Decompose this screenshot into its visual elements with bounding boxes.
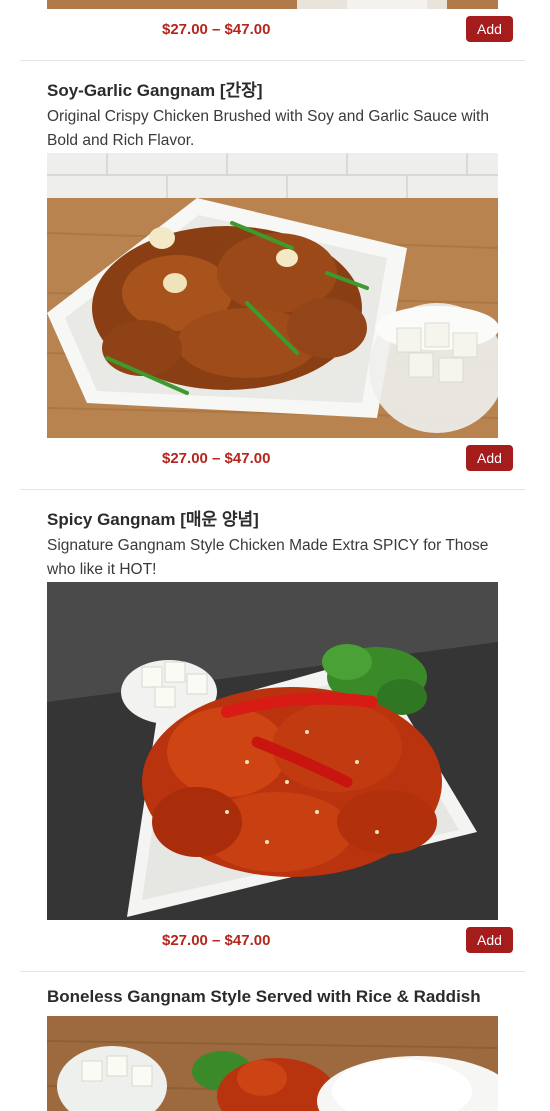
- menu-item-price: $27.00 – $47.00: [162, 450, 271, 467]
- menu-item-price: $27.00 – $47.00: [162, 932, 271, 949]
- menu-list: $27.00 – $47.00 Add Soy-Garlic Gangnam […: [0, 0, 550, 1111]
- add-button[interactable]: Add: [466, 927, 513, 953]
- divider: [20, 60, 525, 61]
- menu-item-description: Original Crispy Chicken Brushed with Soy…: [47, 108, 489, 149]
- menu-item-title[interactable]: Soy-Garlic Gangnam [간장]: [47, 76, 262, 101]
- add-button[interactable]: Add: [466, 445, 513, 471]
- menu-item-title[interactable]: Boneless Gangnam Style Served with Rice …: [47, 987, 481, 1007]
- menu-item-photo: [47, 153, 498, 438]
- menu-item-price: $27.00 – $47.00: [162, 21, 271, 38]
- add-button[interactable]: Add: [466, 16, 513, 42]
- menu-item-description: Signature Gangnam Style Chicken Made Ext…: [47, 537, 489, 578]
- menu-item-photo: [47, 1016, 498, 1111]
- menu-item-photo: [47, 582, 498, 920]
- menu-item-title[interactable]: Spicy Gangnam [매운 양념]: [47, 505, 259, 530]
- divider: [20, 971, 525, 972]
- divider: [20, 489, 525, 490]
- menu-item-photo: [47, 0, 498, 9]
